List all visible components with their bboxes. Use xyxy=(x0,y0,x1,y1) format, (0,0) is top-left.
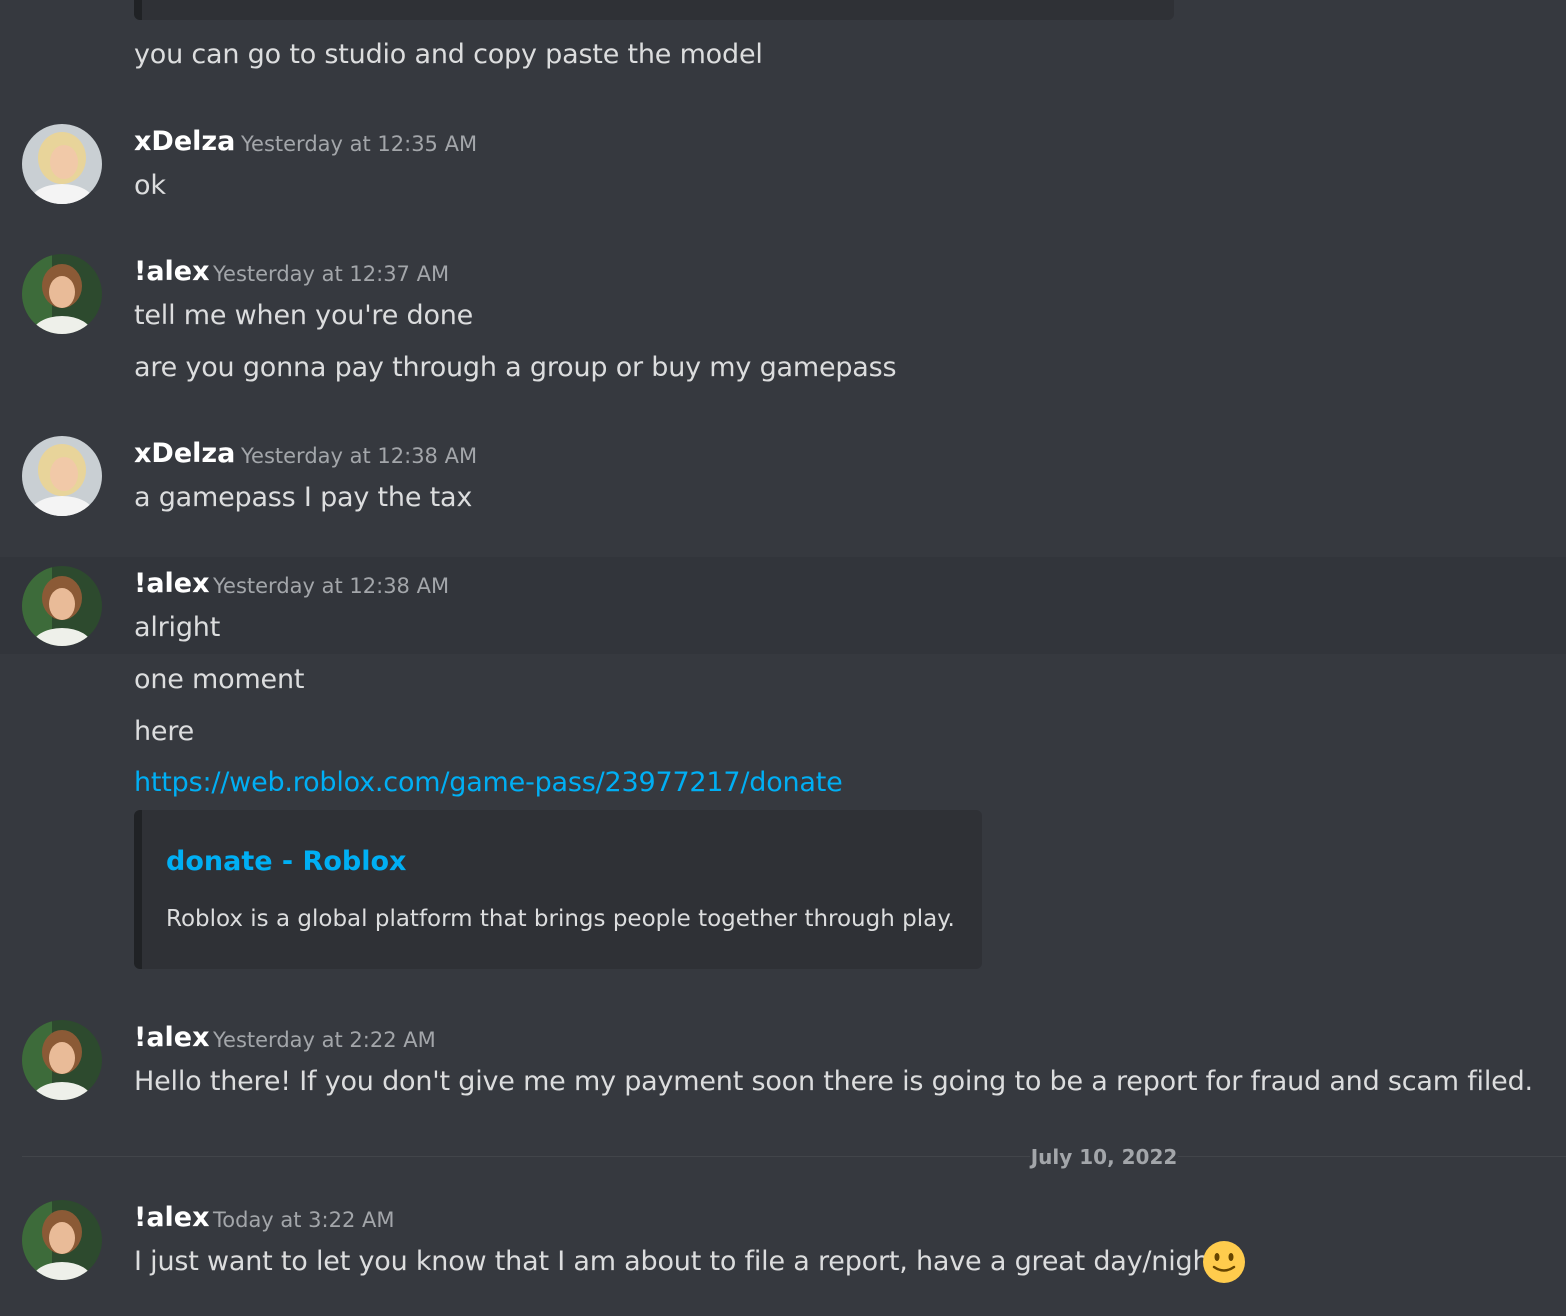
message-timestamp: Yesterday at 12:35 AM xyxy=(241,132,478,156)
previous-embed xyxy=(134,0,1174,20)
message-text: a gamepass I pay the tax xyxy=(134,482,473,513)
username[interactable]: xDelza xyxy=(134,124,235,160)
avatar-alex[interactable] xyxy=(22,1200,102,1280)
date-divider: July 10, 2022 xyxy=(1030,1142,1178,1172)
avatar-alex[interactable] xyxy=(22,566,102,646)
message-text: are you gonna pay through a group or buy… xyxy=(134,352,897,383)
username[interactable]: !alex xyxy=(134,1200,210,1236)
message-text: here xyxy=(134,716,195,747)
avatar-alex[interactable] xyxy=(22,254,102,334)
date-divider-line xyxy=(22,1156,1030,1157)
embed-description: Roblox is a global platform that brings … xyxy=(166,906,955,932)
message-link[interactable]: https://web.roblox.com/game-pass/2397721… xyxy=(134,765,843,801)
username[interactable]: !alex xyxy=(134,254,210,290)
link-embed: donate - Roblox Roblox is a global platf… xyxy=(134,810,982,969)
username[interactable]: !alex xyxy=(134,1020,210,1056)
date-divider-line xyxy=(1178,1156,1566,1157)
message-text: tell me when you're done xyxy=(134,300,474,331)
message-text: alright xyxy=(134,612,221,643)
message-timestamp: Today at 3:22 AM xyxy=(213,1208,395,1232)
avatar-xdelza[interactable] xyxy=(22,436,102,516)
message-text: one moment xyxy=(134,664,305,695)
slightly-smiling-face-icon[interactable] xyxy=(1202,1240,1246,1284)
message-text: Hello there! If you don't give me my pay… xyxy=(134,1066,1533,1097)
message-timestamp: Yesterday at 12:38 AM xyxy=(213,574,450,598)
username[interactable]: xDelza xyxy=(134,436,235,472)
message-timestamp: Yesterday at 12:37 AM xyxy=(213,262,450,286)
avatar-alex[interactable] xyxy=(22,1020,102,1100)
message-text: ok xyxy=(134,170,166,201)
message-timestamp: Yesterday at 12:38 AM xyxy=(241,444,478,468)
message-timestamp: Yesterday at 2:22 AM xyxy=(213,1028,436,1052)
avatar-xdelza[interactable] xyxy=(22,124,102,204)
embed-title-link[interactable]: donate - Roblox xyxy=(166,844,406,880)
username[interactable]: !alex xyxy=(134,566,210,602)
message-text: I just want to let you know that I am ab… xyxy=(134,1246,1231,1277)
message-text: you can go to studio and copy paste the … xyxy=(134,39,763,70)
